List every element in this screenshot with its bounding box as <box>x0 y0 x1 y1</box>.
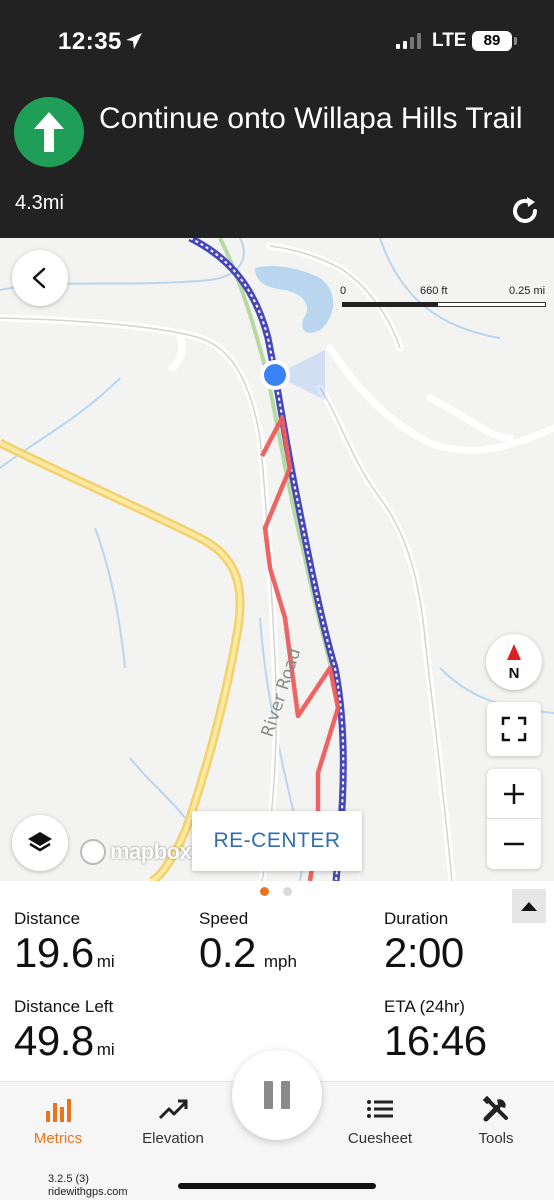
pause-icon <box>264 1081 290 1109</box>
compass-icon: N <box>507 644 521 682</box>
compass-label: N <box>509 665 520 682</box>
tab-tools[interactable]: Tools <box>441 1082 551 1162</box>
map-scale-bar: 0 660 ft 0.25 mi <box>338 285 554 315</box>
bar-chart-icon <box>46 1099 71 1122</box>
tab-cuesheet[interactable]: Cuesheet <box>325 1082 435 1162</box>
bottom-tab-bar: Metrics Elevation Cuesheet Tools 3.2.5 (… <box>0 1050 554 1200</box>
metric-label: Speed <box>199 909 249 928</box>
chevron-left-icon <box>32 267 46 289</box>
metric-label: Distance Left <box>14 997 114 1016</box>
status-time: 12:35 <box>58 28 122 55</box>
refresh-icon[interactable] <box>508 194 542 228</box>
minus-icon <box>504 842 524 846</box>
metric-distance: Distance 19.6 mi <box>14 909 115 977</box>
location-arrow-icon <box>126 33 142 49</box>
metric-label: ETA (24hr) <box>384 997 465 1016</box>
metric-value: 19.6 <box>14 929 94 976</box>
battery-indicator: 89 <box>472 31 512 51</box>
navigation-header: 12:35 LTE 89 Continue onto Willapa Hills… <box>0 0 554 238</box>
tab-label: Tools <box>478 1130 514 1147</box>
metric-eta: ETA (24hr) 16:46 <box>384 997 487 1065</box>
page-dot-active[interactable] <box>260 887 269 896</box>
metric-value: 0.2 <box>199 929 256 976</box>
mapbox-logo: mapbox <box>80 838 192 866</box>
metric-label: Duration <box>384 909 449 928</box>
map-view[interactable]: River Road 0 660 ft 0.25 mi N mapbox RE-… <box>0 238 554 881</box>
scale-start: 0 <box>340 285 347 297</box>
plus-icon <box>504 783 524 804</box>
layers-button[interactable] <box>12 815 68 871</box>
metric-duration: Duration 2:00 <box>384 909 464 977</box>
metric-distance-left: Distance Left 49.8 mi <box>14 997 115 1065</box>
tab-metrics[interactable]: Metrics <box>3 1082 113 1162</box>
caret-up-icon <box>521 902 537 911</box>
mapbox-mark-icon <box>80 839 106 865</box>
zoom-in-button[interactable] <box>487 769 541 819</box>
zoom-out-button[interactable] <box>487 819 541 869</box>
trend-up-icon <box>158 1099 188 1120</box>
tools-icon <box>482 1095 508 1122</box>
turn-instruction: Continue onto Willapa Hills Trail <box>99 102 523 135</box>
page-indicator[interactable] <box>260 887 292 896</box>
tab-label: Cuesheet <box>347 1130 413 1147</box>
metric-label: Distance <box>14 909 81 928</box>
battery-tip <box>514 37 517 45</box>
app-version: 3.2.5 (3) ridewithgps.com <box>48 1173 127 1199</box>
signal-icon <box>396 33 421 49</box>
tab-elevation[interactable]: Elevation <box>118 1082 228 1162</box>
layers-icon <box>28 832 52 852</box>
scale-end: 0.25 mi <box>509 285 546 297</box>
metric-unit: mph <box>263 952 297 971</box>
version-number: 3.2.5 (3) <box>48 1173 89 1185</box>
network-type: LTE <box>432 30 467 51</box>
distance-to-turn: 4.3mi <box>15 192 64 214</box>
tab-label: Metrics <box>33 1130 83 1147</box>
recenter-button[interactable]: RE-CENTER <box>192 811 362 871</box>
expand-icon <box>501 716 527 742</box>
metric-speed: Speed 0.2 mph <box>199 909 297 977</box>
scale-mid: 660 ft <box>420 285 448 297</box>
map-canvas[interactable]: River Road <box>0 238 554 881</box>
list-icon <box>367 1100 393 1118</box>
arrow-up-icon <box>14 97 84 167</box>
status-bar: 12:35 LTE 89 <box>0 0 554 80</box>
tab-label: Elevation <box>142 1130 204 1147</box>
metric-unit: mi <box>96 1040 115 1059</box>
fullscreen-button[interactable] <box>487 702 541 756</box>
metric-unit: mi <box>96 952 115 971</box>
back-button[interactable] <box>12 250 68 306</box>
scale-fill <box>342 302 438 307</box>
metric-value: 2:00 <box>384 929 464 976</box>
mapbox-wordmark: mapbox <box>110 839 192 864</box>
compass-button[interactable]: N <box>486 634 542 690</box>
home-indicator[interactable] <box>178 1183 376 1189</box>
site-url[interactable]: ridewithgps.com <box>48 1186 127 1199</box>
collapse-button[interactable] <box>512 889 546 923</box>
metric-value: 16:46 <box>384 1017 487 1064</box>
zoom-control <box>487 769 541 869</box>
page-dot[interactable] <box>283 887 292 896</box>
pause-button[interactable] <box>232 1050 322 1140</box>
metric-value: 49.8 <box>14 1017 94 1064</box>
